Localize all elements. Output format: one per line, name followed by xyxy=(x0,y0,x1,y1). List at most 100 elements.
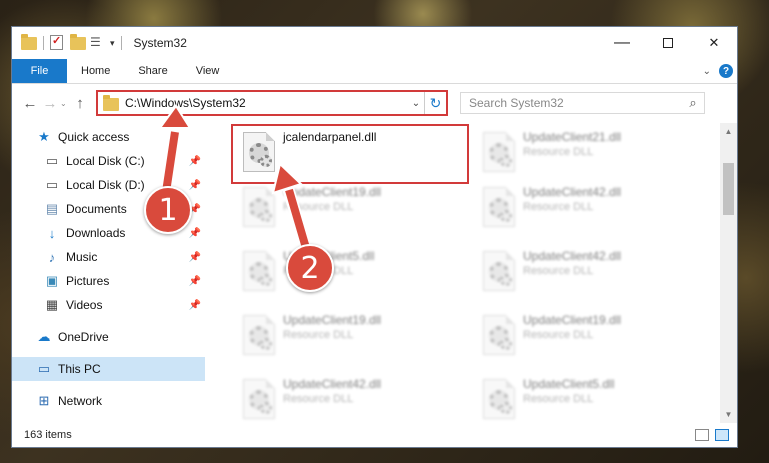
drive-icon: ▭ xyxy=(45,177,59,192)
file-name: UpdateClient19.dll xyxy=(523,313,622,327)
large-icons-view-icon[interactable] xyxy=(715,429,729,441)
file-type: Resource DLL xyxy=(283,329,354,341)
file-item[interactable]: UpdateClient42.dll Resource DLL xyxy=(475,181,700,235)
tab-home[interactable]: Home xyxy=(67,59,124,83)
customize-toolbar-icon[interactable]: ☰ xyxy=(90,35,106,51)
address-row: ← → ⌄ ↑ C:\Windows\System32 ⌄ ↻ Search S… xyxy=(12,84,737,122)
dll-file-icon xyxy=(243,251,275,291)
file-name: UpdateClient19.dll xyxy=(283,313,382,327)
file-type: Resource DLL xyxy=(523,329,594,341)
details-view-icon[interactable] xyxy=(695,429,709,441)
pin-icon: 📌 xyxy=(188,299,201,311)
recent-locations-icon[interactable]: ⌄ xyxy=(60,99,70,108)
sidebar-item-label: Local Disk (C:) xyxy=(66,154,145,168)
forward-button[interactable]: → xyxy=(40,95,60,112)
scroll-up-icon[interactable]: ▲ xyxy=(720,123,737,140)
expand-ribbon-icon[interactable]: ⌄ xyxy=(703,66,711,77)
tab-file[interactable]: File xyxy=(12,59,67,83)
monitor-icon: ▭ xyxy=(37,361,51,376)
title-bar: ☰ ▾ System32 — ✕ xyxy=(12,27,737,59)
sidebar-item-local-disk-c[interactable]: ▭ Local Disk (C:) 📌 xyxy=(12,149,205,173)
folder-icon xyxy=(21,34,37,51)
file-type: Resource DLL xyxy=(523,393,594,405)
cloud-icon: ☁ xyxy=(37,329,51,344)
file-item[interactable]: UpdateClient42.dll Resource DLL xyxy=(235,373,460,423)
sidebar-item-onedrive[interactable]: ☁ OneDrive xyxy=(12,325,205,349)
address-bar[interactable]: C:\Windows\System32 ⌄ ↻ xyxy=(96,90,448,116)
pictures-icon: ▣ xyxy=(45,273,59,288)
qat-dropdown-icon[interactable]: ▾ xyxy=(110,38,115,49)
sidebar-item-label: This PC xyxy=(58,362,101,376)
network-icon: ⊞ xyxy=(38,393,50,408)
search-placeholder: Search System32 xyxy=(469,96,564,110)
window-title: System32 xyxy=(133,36,187,50)
drive-icon: ▭ xyxy=(45,153,59,168)
vertical-scrollbar[interactable]: ▲ ▼ xyxy=(720,123,737,423)
file-explorer-window: ☰ ▾ System32 — ✕ File Home Share View ⌄ … xyxy=(11,26,738,448)
file-item[interactable]: UpdateClient19.dll Resource DLL xyxy=(235,309,460,363)
file-list: jcalendarpanel.dll UpdateClient19.dll Res… xyxy=(205,123,737,423)
close-button[interactable]: ✕ xyxy=(691,27,737,59)
sidebar-item-label: Network xyxy=(58,394,103,408)
toolbar-separator xyxy=(120,36,122,50)
dll-file-icon xyxy=(483,187,515,227)
file-item[interactable]: UpdateClient42.dll Resource DLL xyxy=(475,245,700,299)
search-input[interactable]: Search System32 ⌕ xyxy=(460,92,705,114)
file-item[interactable]: UpdateClient5.dllResource DLL xyxy=(235,245,460,299)
new-folder-icon[interactable] xyxy=(70,34,86,51)
file-type: Resource DLL xyxy=(283,201,354,213)
ribbon-tabs: File Home Share View ⌄ ? xyxy=(12,59,737,84)
file-name: UpdateClient5.dll xyxy=(523,377,615,391)
close-icon: ✕ xyxy=(708,35,720,50)
sidebar-item-this-pc[interactable]: ▭ This PC xyxy=(12,357,205,381)
maximize-button[interactable] xyxy=(645,27,691,59)
file-type: Resource DLL xyxy=(523,201,594,213)
up-button[interactable]: ↑ xyxy=(70,95,90,112)
tab-share[interactable]: Share xyxy=(124,59,181,83)
file-item[interactable]: UpdateClient19.dll Resource DLL xyxy=(475,309,700,363)
dll-file-icon xyxy=(483,251,515,291)
file-item[interactable]: UpdateClient5.dll Resource DLL xyxy=(475,373,700,423)
address-dropdown-icon[interactable]: ⌄ xyxy=(408,98,424,109)
item-count: 163 items xyxy=(24,429,72,441)
sidebar-item-label: Local Disk (D:) xyxy=(66,178,145,192)
scroll-down-icon[interactable]: ▼ xyxy=(720,406,737,423)
file-item[interactable]: UpdateClient21.dll Resource DLL xyxy=(475,126,700,180)
main-area: ★ Quick access ▭ Local Disk (C:) 📌 ▭ Loc… xyxy=(12,123,737,423)
step-2-badge: 2 xyxy=(286,244,334,292)
sidebar-item-music[interactable]: ♪ Music 📌 xyxy=(12,245,205,269)
file-name: UpdateClient42.dll xyxy=(523,185,622,199)
file-name: UpdateClient42.dll xyxy=(283,377,382,391)
properties-icon[interactable] xyxy=(50,34,66,51)
minimize-button[interactable]: — xyxy=(599,27,645,59)
sidebar-item-pictures[interactable]: ▣ Pictures 📌 xyxy=(12,269,205,293)
sidebar-item-label: Music xyxy=(66,250,98,264)
back-button[interactable]: ← xyxy=(20,95,40,112)
scroll-thumb[interactable] xyxy=(723,163,734,215)
sidebar-item-network[interactable]: ⊞ Network xyxy=(12,389,205,413)
pin-icon: 📌 xyxy=(188,275,201,287)
search-icon: ⌕ xyxy=(689,95,697,110)
videos-icon: ▦ xyxy=(45,297,59,312)
dll-file-icon xyxy=(483,315,515,355)
sidebar-item-label: Downloads xyxy=(66,226,126,240)
dll-file-icon xyxy=(243,187,275,227)
file-item-jcalendarpanel[interactable]: jcalendarpanel.dll xyxy=(235,126,460,180)
download-icon: ↓ xyxy=(48,225,56,241)
file-item[interactable]: UpdateClient19.dll Resource DLL xyxy=(235,181,460,235)
help-icon[interactable]: ? xyxy=(719,64,733,78)
dll-file-icon xyxy=(483,132,515,172)
status-bar: 163 items xyxy=(12,423,737,447)
dll-file-icon xyxy=(483,379,515,419)
tab-view[interactable]: View xyxy=(182,59,234,83)
sidebar-item-label: Pictures xyxy=(66,274,110,288)
dll-file-icon xyxy=(243,315,275,355)
sidebar-item-quick-access[interactable]: ★ Quick access xyxy=(12,125,205,149)
refresh-button[interactable]: ↻ xyxy=(424,92,446,114)
toolbar-separator xyxy=(43,36,44,50)
file-type: Resource DLL xyxy=(523,265,594,277)
pin-icon: 📌 xyxy=(188,179,201,191)
address-path[interactable]: C:\Windows\System32 xyxy=(125,96,408,110)
star-icon: ★ xyxy=(38,129,50,144)
sidebar-item-videos[interactable]: ▦ Videos 📌 xyxy=(12,293,205,317)
